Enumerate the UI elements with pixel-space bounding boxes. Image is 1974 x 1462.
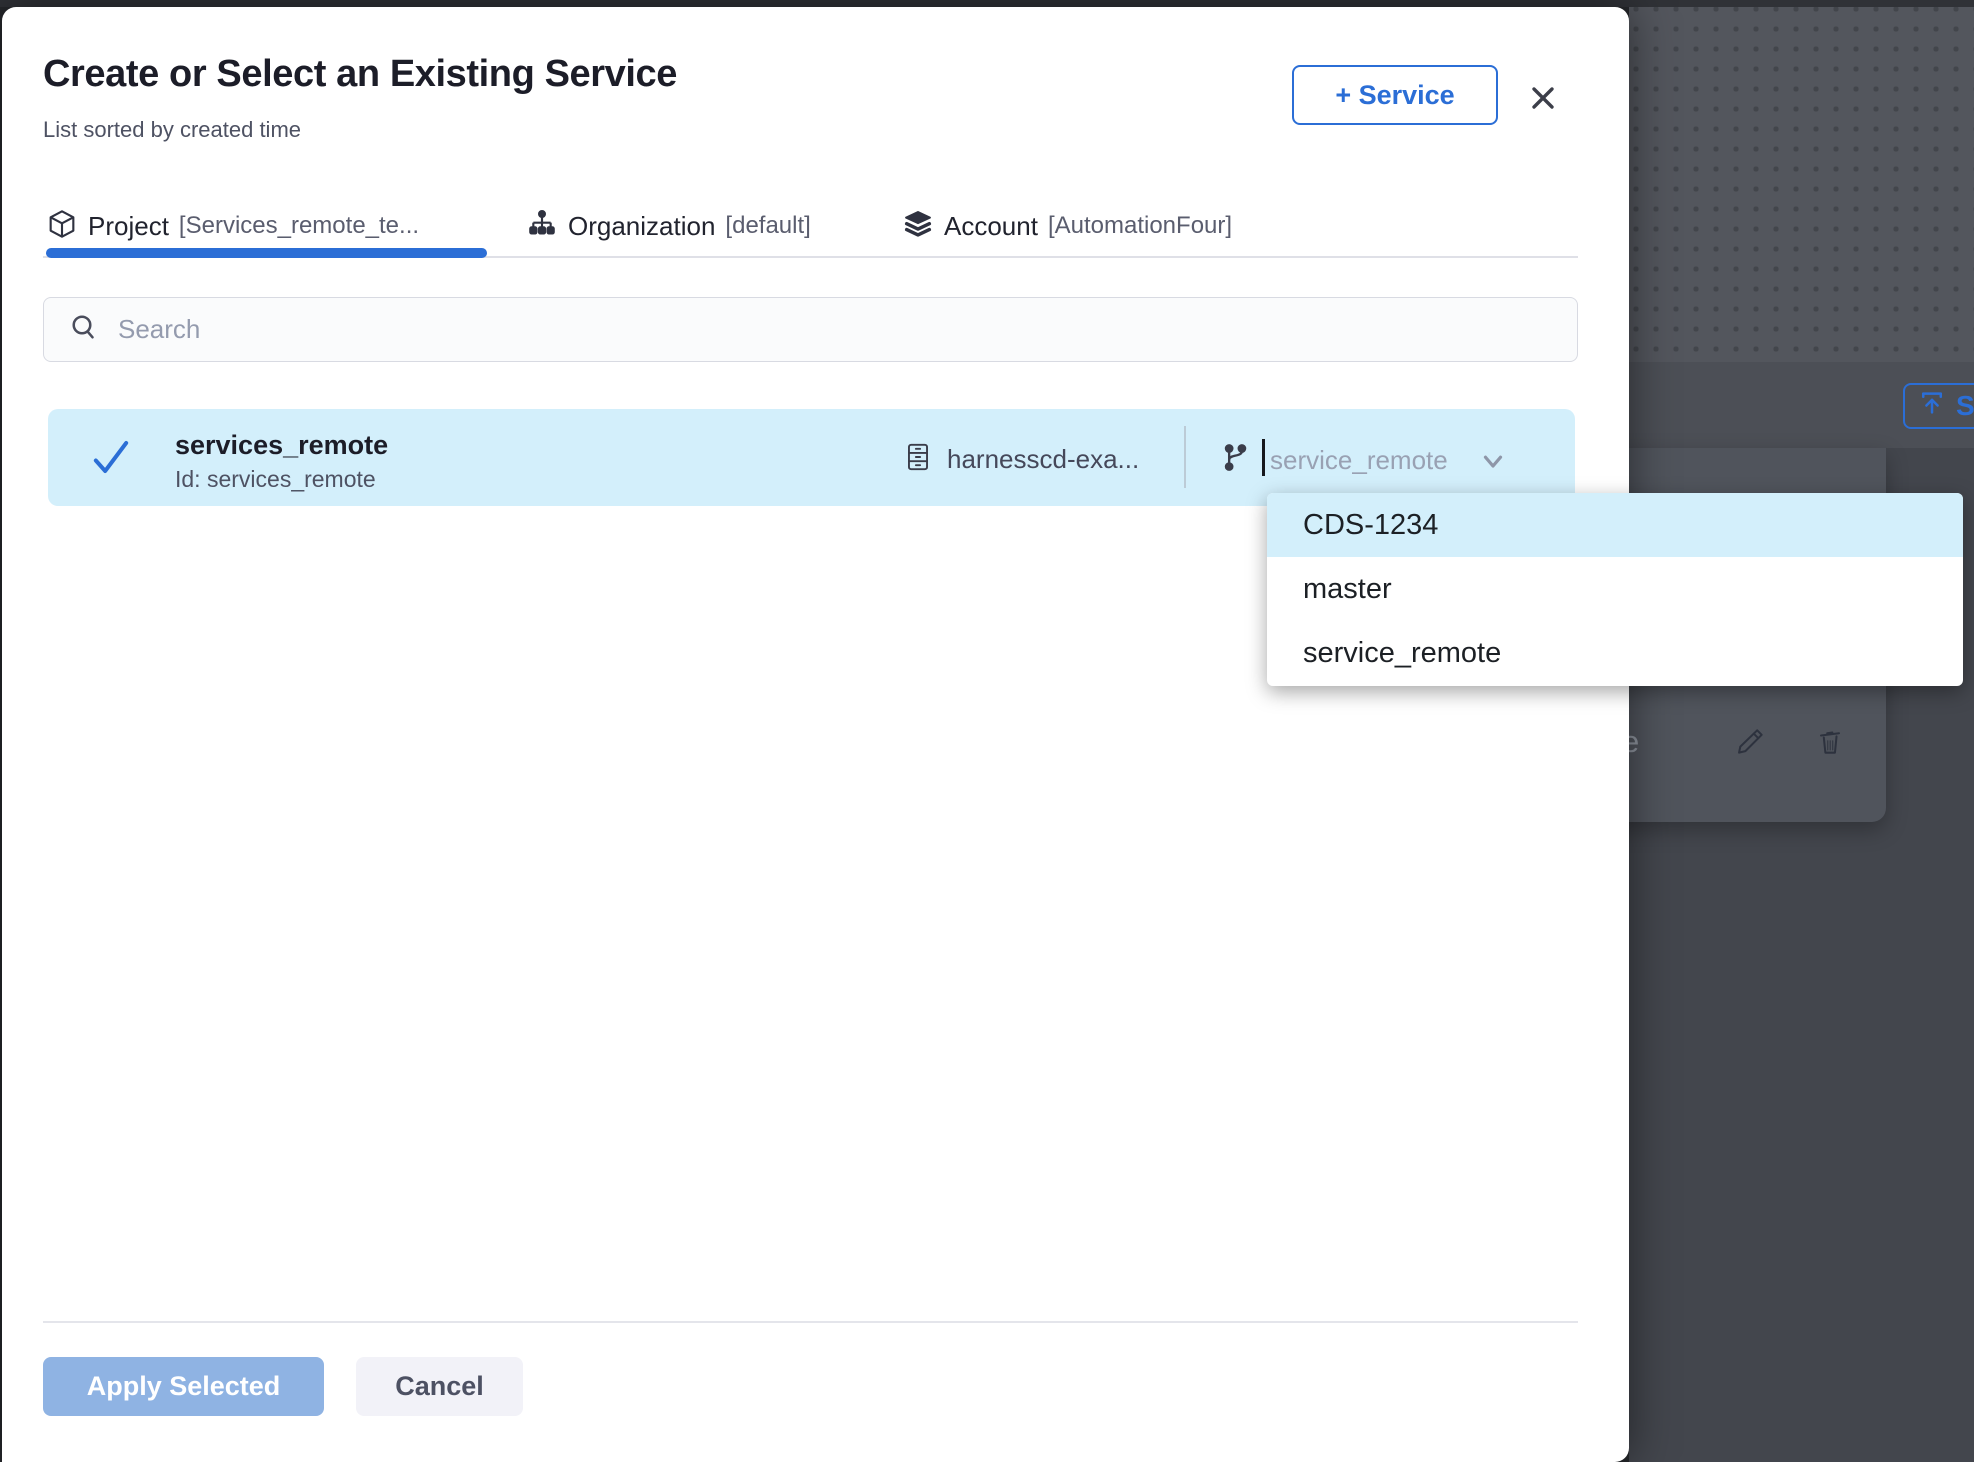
repository-name: harnesscd-exa... [947,444,1139,475]
chevron-down-icon[interactable] [1478,446,1508,481]
new-service-button[interactable]: + Service [1292,65,1498,125]
upload-icon [1917,388,1947,425]
layers-icon [902,208,934,245]
branch-dropdown: CDS-1234 master service_remote [1267,493,1963,686]
save-button[interactable]: S [1903,383,1974,429]
tab-account-label: Account [944,211,1038,242]
branch-option-service-remote[interactable]: service_remote [1267,622,1963,686]
tab-project[interactable]: Project [Services_remote_te... [46,203,419,249]
repository-icon [901,440,935,479]
close-icon [1525,80,1561,121]
edit-pencil-icon[interactable] [1733,723,1769,764]
tab-project-scope: [Services_remote_te... [179,212,419,240]
search-input[interactable] [116,313,1516,346]
modal-title: Create or Select an Existing Service [43,53,677,96]
git-branch-icon [1218,440,1252,479]
tab-account-scope: [AutomationFour] [1048,212,1232,240]
close-button[interactable] [1520,77,1566,123]
active-tab-underline [46,248,487,258]
branch-input-value[interactable]: service_remote [1270,445,1448,476]
row-divider [1184,426,1186,488]
modal-subtitle: List sorted by created time [43,117,301,143]
search-box [43,297,1578,362]
page-top-edge [0,0,1974,7]
footer-divider [43,1321,1578,1323]
service-name: services_remote [175,430,388,461]
apply-selected-button[interactable]: Apply Selected [43,1357,324,1416]
cancel-button[interactable]: Cancel [356,1357,523,1416]
search-icon [68,311,100,348]
branch-option-cds-1234[interactable]: CDS-1234 [1267,493,1963,557]
tab-organization-label: Organization [568,211,715,242]
selected-check-icon [90,438,132,481]
tab-account[interactable]: Account [AutomationFour] [902,203,1232,249]
delete-trash-icon[interactable] [1812,724,1848,765]
text-cursor [1262,439,1265,476]
pipeline-canvas-dotted [1629,0,1974,362]
tab-organization-scope: [default] [725,212,810,240]
org-chart-icon [526,208,558,245]
cube-icon [46,208,78,245]
tab-project-label: Project [88,211,169,242]
tab-organization[interactable]: Organization [default] [526,203,811,249]
branch-option-master[interactable]: master [1267,557,1963,621]
service-id: Id: services_remote [175,466,376,493]
screen: S e Create or Select an Existing Service… [0,0,1974,1462]
save-button-label: S [1956,390,1974,422]
